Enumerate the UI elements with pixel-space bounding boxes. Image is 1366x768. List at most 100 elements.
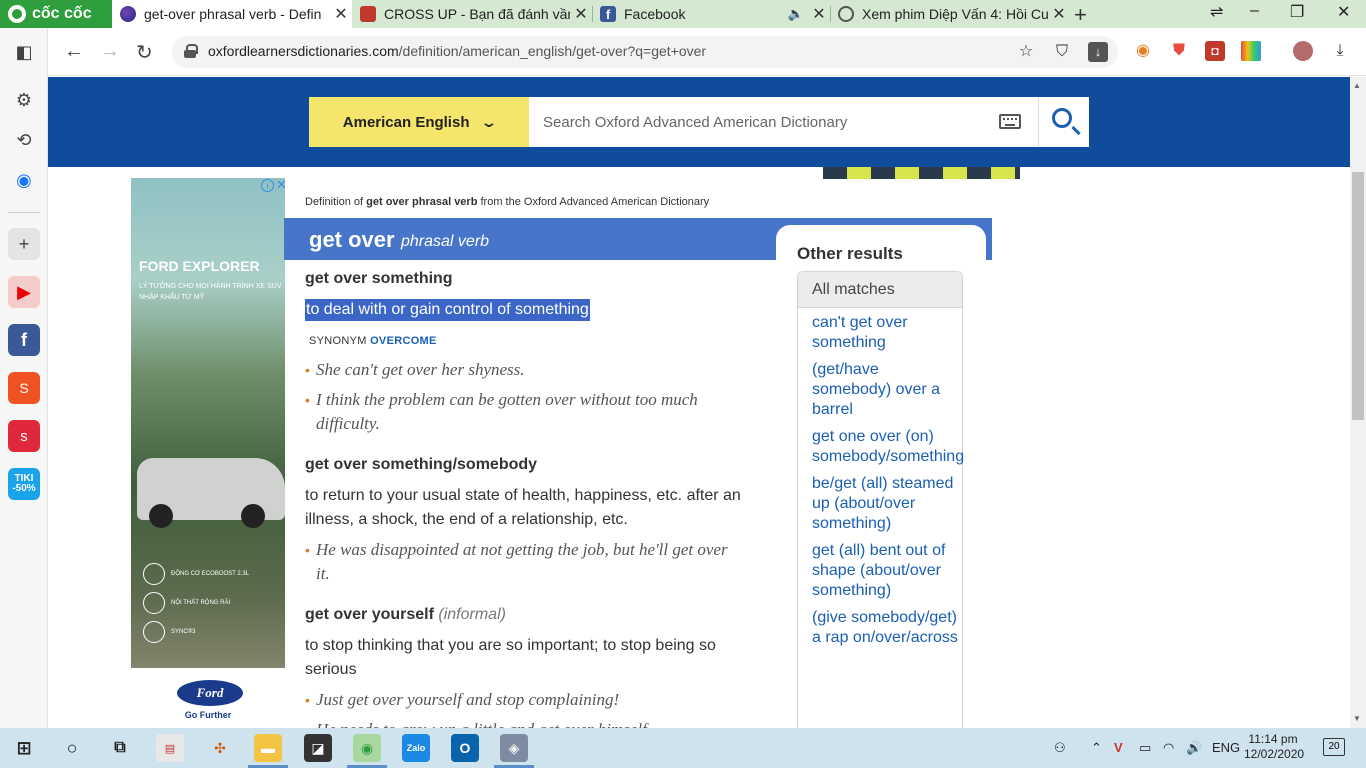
tab-strip: cốc cốc get-over phrasal verb - Defin ✕ …	[0, 0, 1366, 28]
close-tab-icon[interactable]: ✕	[570, 4, 592, 24]
task-view-icon[interactable]: ⧉	[106, 734, 134, 762]
profile-avatar[interactable]	[1293, 41, 1313, 61]
close-tab-icon[interactable]: ✕	[808, 4, 830, 24]
app-graph-icon[interactable]: ✣	[206, 734, 234, 762]
search-box	[529, 97, 1039, 147]
close-tab-icon[interactable]: ✕	[1048, 4, 1070, 24]
clock-time: 11:14 pm	[1248, 732, 1298, 746]
ad-headline: FORD EXPLORER	[139, 258, 260, 274]
car-image	[137, 458, 285, 528]
extension-chrome-icon[interactable]: ◉	[1133, 41, 1153, 61]
settings-gear-icon[interactable]: ⚙	[8, 84, 40, 116]
close-window-button[interactable]: ✕	[1337, 2, 1350, 22]
minimize-button[interactable]: –	[1250, 2, 1259, 20]
banner-ad-strip[interactable]	[823, 167, 1020, 179]
tab-movie[interactable]: Xem phim Diệp Vấn 4: Hồi Cu ✕	[830, 0, 1070, 28]
sendo-icon[interactable]: s	[8, 420, 40, 452]
back-button[interactable]: ←	[64, 40, 84, 63]
ford-logo: Ford	[177, 680, 243, 706]
new-tab-button[interactable]: +	[1074, 2, 1087, 28]
facebook-icon[interactable]: f	[8, 324, 40, 356]
adchoices-icon[interactable]: i	[261, 179, 274, 192]
search-circle-icon[interactable]: ○	[58, 734, 86, 762]
keyboard-icon[interactable]	[999, 114, 1021, 129]
browser-toolbar: ← → ↻ oxfordlearnersdictionaries.com/def…	[0, 28, 1366, 76]
close-tab-icon[interactable]: ✕	[330, 4, 352, 24]
sync-icon	[143, 621, 165, 643]
scroll-up-icon[interactable]: ▲	[1353, 81, 1361, 90]
tab-list-icon[interactable]: ⇌	[1210, 2, 1223, 22]
reload-button[interactable]: ↻	[136, 40, 153, 65]
extension-color-icon[interactable]	[1241, 41, 1261, 61]
match-link[interactable]: can't get over something	[812, 313, 962, 353]
engine-icon	[143, 563, 165, 585]
example-sentence: Just get over yourself and stop complain…	[305, 688, 741, 712]
coccoc-menu-button[interactable]: cốc cốc	[0, 0, 112, 28]
sense-phrase: get over something	[305, 270, 453, 287]
extension-shield-icon[interactable]: ⛊	[1169, 41, 1189, 61]
synonym-link[interactable]: OVERCOME	[370, 335, 437, 347]
all-matches-tab[interactable]: All matches	[798, 272, 962, 308]
match-link[interactable]: (get/have somebody) over a barrel	[812, 360, 962, 420]
outlook-icon[interactable]: O	[451, 734, 479, 762]
ford-ad[interactable]: FORD EXPLORER LÝ TƯỞNG CHO MỌI HÀNH TRÌN…	[131, 178, 285, 728]
tiki-icon[interactable]: TIKI -50%	[8, 468, 40, 500]
synonym-line: SYNONYM OVERCOME	[309, 335, 437, 347]
unikey-icon[interactable]: V	[1114, 740, 1123, 755]
shield-icon[interactable]: ⛉	[1052, 42, 1072, 62]
battery-icon[interactable]: ▭	[1139, 740, 1151, 756]
add-app-icon[interactable]: +	[8, 228, 40, 260]
match-link[interactable]: (give somebody/get) a rap on/over/across	[812, 608, 962, 648]
match-link[interactable]: get one over (on) somebody/something	[812, 427, 964, 467]
history-icon[interactable]: ⟲	[8, 124, 40, 156]
close-ad-icon[interactable]: ✕	[276, 177, 287, 193]
language-dropdown[interactable]: American English ⌄	[309, 97, 529, 147]
match-link[interactable]: be/get (all) steamed up (about/over some…	[812, 474, 962, 534]
youtube-icon[interactable]: ▶	[8, 276, 40, 308]
vertical-scrollbar[interactable]: ▲ ▼	[1350, 77, 1366, 728]
search-button[interactable]	[1039, 97, 1089, 147]
clock[interactable]: 11:14 pm 12/02/2020	[1244, 732, 1305, 762]
people-icon[interactable]: ⚇	[1054, 740, 1066, 756]
shopee-icon[interactable]: S	[8, 372, 40, 404]
app-pinned-icon[interactable]: ▤	[156, 734, 184, 762]
app-dark-icon[interactable]: ◪	[304, 734, 332, 762]
headword: get over	[309, 227, 395, 252]
all-matches-box: All matches can't get over something (ge…	[797, 271, 964, 728]
forward-button[interactable]: →	[100, 40, 120, 63]
tray-chevron-icon[interactable]: ⌃	[1091, 740, 1102, 756]
notification-center-icon[interactable]: 20	[1323, 738, 1345, 756]
url-text[interactable]: oxfordlearnersdictionaries.com/definitio…	[208, 43, 706, 59]
tab-facebook[interactable]: f Facebook 🔈 ✕	[592, 0, 830, 28]
extension-red-icon[interactable]: ◘	[1205, 41, 1225, 61]
definition-source: Definition of get over phrasal verb from…	[305, 196, 709, 208]
ad-feature: SYNC®3	[171, 629, 196, 635]
windows-start-icon[interactable]: ⊞	[10, 734, 38, 762]
sense-definition-selected[interactable]: to deal with or gain control of somethin…	[305, 299, 590, 321]
wifi-icon[interactable]: ◠	[1163, 740, 1174, 756]
clock-date: 12/02/2020	[1244, 747, 1305, 761]
app-gray-icon[interactable]: ◈	[500, 734, 528, 762]
lock-icon	[184, 44, 198, 58]
scroll-down-icon[interactable]: ▼	[1353, 714, 1361, 723]
coccoc-taskbar-icon[interactable]: ◉	[353, 734, 381, 762]
tab-crossup[interactable]: CROSS UP - Bạn đã đánh vần ✕	[352, 0, 592, 28]
downloads-icon[interactable]: ⤓	[1330, 41, 1350, 61]
sidebar-toggle-icon[interactable]: ◧	[8, 36, 40, 68]
download-video-icon[interactable]: ↓	[1088, 42, 1108, 62]
speaker-icon[interactable]: 🔈	[788, 6, 804, 22]
phrase-text: get over yourself	[305, 606, 434, 623]
restore-button[interactable]: ❐	[1290, 2, 1304, 22]
messenger-icon[interactable]: ◉	[8, 164, 40, 196]
address-bar[interactable]: oxfordlearnersdictionaries.com/definitio…	[172, 36, 1118, 68]
tab-oxford[interactable]: get-over phrasal verb - Defin ✕	[112, 0, 352, 28]
star-icon[interactable]: ☆	[1016, 42, 1036, 62]
file-explorer-icon[interactable]: ▬	[254, 734, 282, 762]
match-link[interactable]: get (all) bent out of shape (about/over …	[812, 541, 962, 601]
search-input[interactable]	[529, 97, 979, 147]
scrollbar-thumb[interactable]	[1352, 172, 1364, 420]
language-indicator[interactable]: ENG	[1212, 740, 1240, 755]
volume-icon[interactable]: 🔊	[1186, 740, 1202, 756]
oxford-favicon-icon	[120, 6, 136, 22]
zalo-icon[interactable]: Zalo	[402, 734, 430, 762]
